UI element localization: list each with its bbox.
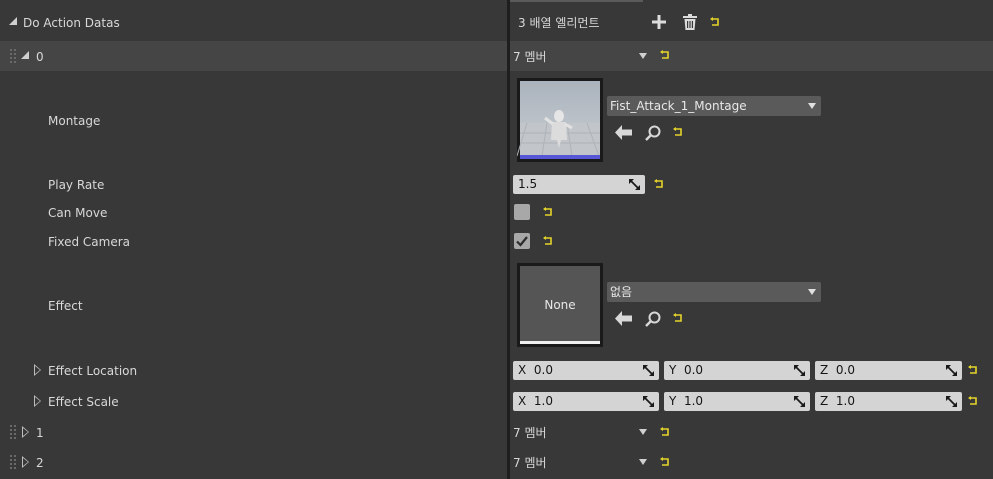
- can-move-label: Can Move: [48, 206, 108, 220]
- reset-arrow-icon[interactable]: [673, 313, 683, 323]
- effect-thumbnail-text: None: [544, 298, 576, 312]
- chevron-down-icon[interactable]: [639, 429, 647, 435]
- effect-location-x-value: 0.0: [533, 363, 553, 377]
- reset-arrow-icon[interactable]: [660, 427, 670, 437]
- montage-label: Montage: [48, 114, 101, 128]
- reset-arrow-icon[interactable]: [654, 179, 664, 189]
- property-label-do-action-datas: Do Action Datas: [23, 16, 120, 30]
- effect-scale-x-value: 1.0: [533, 394, 553, 408]
- effect-location-y-input[interactable]: Y 0.0: [664, 361, 810, 380]
- chevron-down-icon: [808, 289, 816, 295]
- array-count-label: 3 배열 엘리먼트: [518, 16, 600, 30]
- header-top-line: [510, 0, 643, 2]
- element-index-1: 1: [36, 426, 44, 440]
- expand-arrow-icon[interactable]: [22, 456, 29, 468]
- effect-location-z-input[interactable]: Z 0.0: [815, 361, 962, 380]
- reset-arrow-icon[interactable]: [968, 365, 978, 375]
- effect-label: Effect: [48, 299, 83, 313]
- montage-asset-dropdown[interactable]: Fist_Attack_1_Montage: [607, 96, 821, 116]
- effect-thumbnail[interactable]: None: [517, 263, 603, 347]
- effect-location-x-input[interactable]: X 0.0: [513, 361, 659, 380]
- effect-asset-name: 없음: [610, 285, 633, 299]
- reset-arrow-icon[interactable]: [543, 236, 553, 246]
- effect-scale-label: Effect Scale: [48, 395, 119, 409]
- reset-arrow-icon[interactable]: [660, 50, 670, 60]
- reset-arrow-icon[interactable]: [710, 17, 720, 27]
- collapse-arrow-icon[interactable]: [21, 51, 29, 59]
- element-index-2: 2: [36, 456, 44, 470]
- drag-handle-icon[interactable]: [10, 455, 16, 469]
- chevron-down-icon[interactable]: [639, 53, 647, 59]
- spinner-arrows-icon[interactable]: [946, 396, 957, 407]
- reset-arrow-icon[interactable]: [660, 457, 670, 467]
- plus-icon[interactable]: [652, 15, 666, 29]
- axis-label-y: Y: [669, 394, 677, 408]
- effect-location-y-value: 0.0: [683, 363, 704, 377]
- browse-back-arrow-icon[interactable]: [615, 311, 632, 326]
- drag-handle-icon[interactable]: [10, 49, 16, 63]
- thumbnail-underline: [520, 341, 600, 344]
- spinner-arrows-icon[interactable]: [946, 365, 957, 376]
- expand-arrow-icon[interactable]: [22, 426, 29, 438]
- spinner-arrows-icon[interactable]: [794, 365, 805, 376]
- trash-icon[interactable]: [683, 14, 697, 30]
- play-rate-label: Play Rate: [48, 178, 105, 192]
- search-icon[interactable]: [645, 311, 661, 327]
- element-2-member-count: 7 멤버: [513, 456, 547, 470]
- effect-scale-x-input[interactable]: X 1.0: [513, 392, 659, 411]
- axis-label-y: Y: [669, 363, 677, 377]
- expand-arrow-icon[interactable]: [34, 364, 41, 376]
- element-1-member-count: 7 멤버: [513, 426, 547, 440]
- checkmark-icon: [516, 236, 528, 247]
- spinner-arrows-icon[interactable]: [794, 396, 805, 407]
- search-icon[interactable]: [645, 125, 661, 141]
- play-rate-input[interactable]: 1.5: [513, 175, 645, 194]
- chevron-down-icon[interactable]: [639, 459, 647, 465]
- column-divider[interactable]: [507, 0, 510, 479]
- spinner-arrows-icon[interactable]: [643, 396, 654, 407]
- spinner-arrows-icon[interactable]: [629, 179, 640, 190]
- axis-label-z: Z: [820, 394, 829, 408]
- axis-label-x: X: [518, 394, 527, 408]
- spinner-arrows-icon[interactable]: [643, 365, 654, 376]
- fixed-camera-checkbox[interactable]: [514, 233, 530, 249]
- effect-scale-z-input[interactable]: Z 1.0: [815, 392, 962, 411]
- montage-asset-name: Fist_Attack_1_Montage: [610, 99, 747, 113]
- drag-handle-icon[interactable]: [10, 425, 16, 439]
- montage-preview-image: [517, 81, 600, 159]
- fixed-camera-label: Fixed Camera: [48, 235, 131, 249]
- element-0-member-count: 7 멤버: [513, 50, 547, 64]
- selected-row-highlight: [0, 41, 993, 71]
- effect-location-label: Effect Location: [48, 364, 138, 378]
- expand-arrow-icon[interactable]: [34, 395, 41, 407]
- effect-location-z-value: 0.0: [835, 363, 855, 377]
- montage-thumbnail[interactable]: [517, 78, 603, 162]
- effect-scale-y-value: 1.0: [683, 394, 704, 408]
- effect-asset-dropdown[interactable]: 없음: [607, 282, 821, 302]
- effect-scale-z-value: 1.0: [835, 394, 855, 408]
- reset-arrow-icon[interactable]: [543, 207, 553, 217]
- chevron-down-icon: [808, 103, 816, 109]
- can-move-checkbox[interactable]: [514, 204, 530, 220]
- collapse-arrow-icon[interactable]: [9, 17, 17, 25]
- element-index-0: 0: [36, 50, 44, 64]
- effect-scale-y-input[interactable]: Y 1.0: [664, 392, 810, 411]
- axis-label-x: X: [518, 363, 527, 377]
- reset-arrow-icon[interactable]: [968, 396, 978, 406]
- axis-label-z: Z: [820, 363, 829, 377]
- reset-arrow-icon[interactable]: [673, 127, 683, 137]
- play-rate-value: 1.5: [518, 177, 538, 191]
- browse-back-arrow-icon[interactable]: [615, 125, 632, 140]
